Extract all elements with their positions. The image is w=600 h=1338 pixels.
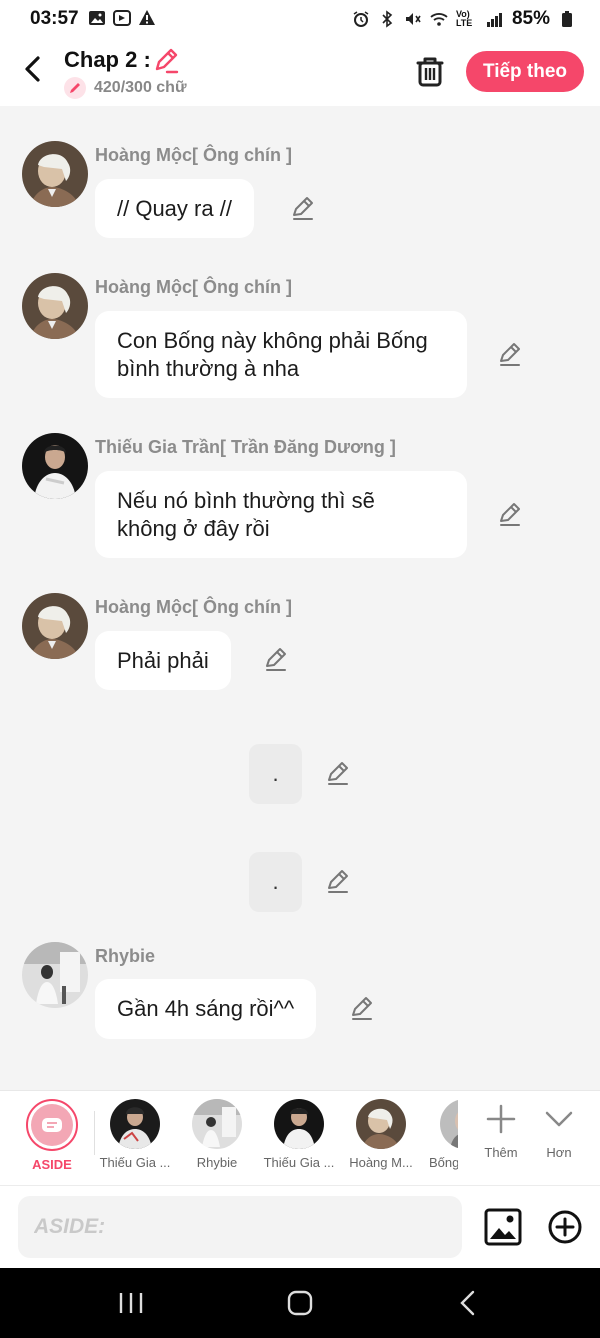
edit-message-icon[interactable]	[349, 996, 375, 1022]
character-label: Hoàng M...	[349, 1155, 413, 1170]
network-type: Vo) LTE	[455, 9, 473, 28]
character-label: Thiếu Gia ...	[263, 1155, 335, 1170]
speaker-name: Rhybie	[95, 946, 156, 966]
avatar[interactable]	[22, 433, 88, 499]
status-bar: 03:57 Vo) LTE 85%	[0, 0, 600, 40]
narration-bubble[interactable]: .	[249, 852, 302, 912]
edit-message-icon[interactable]	[497, 342, 523, 368]
edit-narration-icon[interactable]	[325, 761, 351, 787]
message-line: không ở đây rồi	[117, 515, 270, 541]
recent-apps-icon[interactable]	[111, 1288, 151, 1318]
chapter-title[interactable]: Chap 2 :	[64, 47, 151, 73]
character-item[interactable]: Bống	[423, 1099, 458, 1170]
chevron-down-icon	[545, 1111, 573, 1127]
avatar[interactable]	[22, 942, 88, 1008]
narration-bubble[interactable]: .	[249, 744, 302, 804]
avatar	[110, 1099, 160, 1149]
add-character-button[interactable]: Thêm	[471, 1099, 531, 1160]
mute-icon	[405, 13, 421, 25]
speaker-name: Thiếu Gia Trần[ Trần Đăng Dương ]	[95, 437, 396, 457]
avatar	[440, 1099, 458, 1149]
editor-header: Chap 2 : 420/300 chữ Tiếp theo	[0, 40, 600, 106]
character-count: 420/300 chữ	[94, 79, 187, 96]
pencil-icon	[64, 77, 86, 99]
aside-input[interactable]	[18, 1196, 462, 1258]
more-label: Hơn	[546, 1145, 572, 1160]
character-label: Bống	[429, 1155, 458, 1170]
message-line: bình thường à nha	[117, 355, 300, 381]
battery-icon	[562, 11, 572, 27]
message-bubble[interactable]: Phải phải	[95, 631, 231, 690]
edit-title-icon[interactable]	[152, 47, 180, 75]
system-nav-bar	[0, 1268, 600, 1338]
alarm-icon	[353, 11, 369, 27]
avatar	[356, 1099, 406, 1149]
speaker-name: Hoàng Mộc[ Ông chín ]	[95, 277, 292, 297]
edit-message-icon[interactable]	[290, 196, 316, 222]
next-button[interactable]: Tiếp theo	[466, 51, 584, 92]
edit-narration-icon[interactable]	[325, 869, 351, 895]
cast-icon	[113, 10, 131, 26]
wifi-icon	[430, 13, 448, 26]
character-label: ASIDE	[32, 1157, 72, 1172]
edit-message-icon[interactable]	[263, 647, 289, 673]
message-line: Con Bống này không phải Bống	[117, 327, 428, 353]
character-item[interactable]: Rhybie	[177, 1099, 257, 1170]
avatar[interactable]	[22, 273, 88, 339]
plus-icon	[486, 1104, 516, 1134]
status-time: 03:57	[30, 8, 79, 29]
character-label: Thiếu Gia ...	[99, 1155, 171, 1170]
avatar[interactable]	[22, 593, 88, 659]
edit-message-icon[interactable]	[497, 502, 523, 528]
warning-icon	[139, 10, 155, 25]
message-bubble[interactable]: Con Bống này không phải Bống bình thường…	[95, 311, 467, 398]
bluetooth-icon	[382, 10, 393, 28]
character-item[interactable]: Hoàng M...	[341, 1099, 421, 1170]
speaker-name: Hoàng Mộc[ Ông chín ]	[95, 597, 292, 617]
add-circle-icon[interactable]	[547, 1209, 583, 1245]
trash-icon[interactable]	[414, 54, 446, 88]
character-item[interactable]: Thiếu Gia ...	[95, 1099, 175, 1170]
character-bar: ASIDE Thiếu Gia ... Rhybie Thiếu Gia ...…	[0, 1090, 600, 1185]
message-bubble[interactable]: // Quay ra //	[95, 179, 254, 238]
message-input-row	[0, 1185, 600, 1268]
more-characters-button[interactable]: Hơn	[529, 1099, 589, 1160]
battery-percent: 85%	[511, 8, 550, 29]
character-aside[interactable]: ASIDE	[12, 1099, 92, 1172]
speaker-name: Hoàng Mộc[ Ông chín ]	[95, 145, 292, 165]
chat-area[interactable]: Hoàng Mộc[ Ông chín ] // Quay ra // Hoàn…	[0, 106, 600, 1090]
nav-back-icon[interactable]	[448, 1288, 488, 1318]
signal-icon	[486, 13, 502, 27]
message-line: Nếu nó bình thường thì sẽ	[117, 487, 375, 513]
gallery-icon	[89, 11, 105, 25]
avatar[interactable]	[22, 141, 88, 207]
aside-icon	[26, 1099, 78, 1151]
avatar	[192, 1099, 242, 1149]
message-bubble[interactable]: Gần 4h sáng rồi^^	[95, 979, 317, 1039]
character-item[interactable]: Thiếu Gia ...	[259, 1099, 339, 1170]
avatar	[274, 1099, 324, 1149]
character-label: Rhybie	[196, 1155, 238, 1170]
message-bubble[interactable]: Nếu nó bình thường thì sẽ không ở đây rồ…	[95, 471, 467, 558]
home-icon[interactable]	[280, 1288, 320, 1318]
back-arrow-icon[interactable]	[18, 54, 48, 84]
image-icon[interactable]	[484, 1208, 522, 1246]
add-label: Thêm	[484, 1145, 518, 1160]
